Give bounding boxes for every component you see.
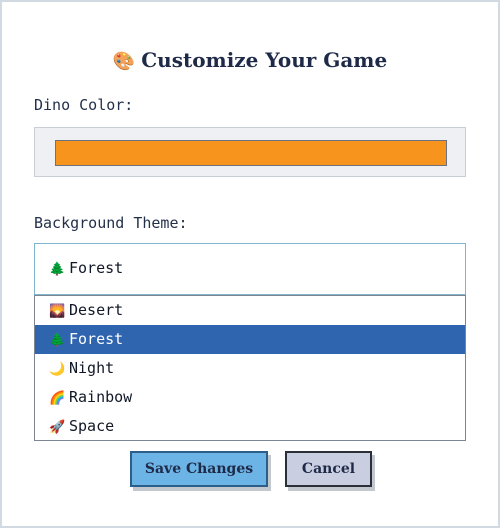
background-theme-select[interactable]: 🌲 Forest [34, 243, 466, 295]
rainbow-icon: 🌈 [49, 391, 66, 406]
theme-dropdown-list: 🌄 Desert 🌲 Forest 🌙 Night 🌈 Rainbow 🚀 Space [34, 295, 466, 441]
theme-option-night[interactable]: 🌙 Night [35, 354, 465, 383]
theme-option-desert[interactable]: 🌄 Desert [35, 296, 465, 325]
dino-color-label: Dino Color: [34, 96, 134, 114]
dino-color-picker[interactable] [34, 127, 466, 177]
palette-icon: 🎨 [112, 51, 136, 72]
theme-option-label: Night [69, 359, 115, 377]
save-changes-button[interactable]: Save Changes [130, 451, 268, 487]
theme-option-rainbow[interactable]: 🌈 Rainbow [35, 383, 465, 412]
dialog-title-text: Customize Your Game [141, 48, 388, 72]
cancel-button[interactable]: Cancel [285, 451, 372, 487]
moon-icon: 🌙 [49, 362, 66, 377]
dino-color-swatch[interactable] [55, 140, 447, 166]
background-theme-label: Background Theme: [34, 214, 188, 232]
theme-option-label: Forest [69, 330, 124, 348]
theme-option-label: Desert [69, 301, 124, 319]
rocket-icon: 🚀 [49, 420, 66, 435]
dialog-title: 🎨 Customize Your Game [2, 48, 498, 72]
desert-icon: 🌄 [49, 304, 66, 319]
theme-option-space[interactable]: 🚀 Space [35, 412, 465, 441]
theme-option-label: Rainbow [69, 388, 133, 406]
selected-theme-label: Forest [69, 259, 124, 277]
tree-icon: 🌲 [49, 262, 66, 277]
customize-dialog: 🎨 Customize Your Game Dino Color: Backgro… [0, 0, 500, 528]
theme-option-label: Space [69, 417, 115, 435]
selected-theme: 🌲 Forest [49, 259, 123, 277]
theme-option-forest[interactable]: 🌲 Forest [35, 325, 465, 354]
tree-icon: 🌲 [49, 333, 66, 348]
